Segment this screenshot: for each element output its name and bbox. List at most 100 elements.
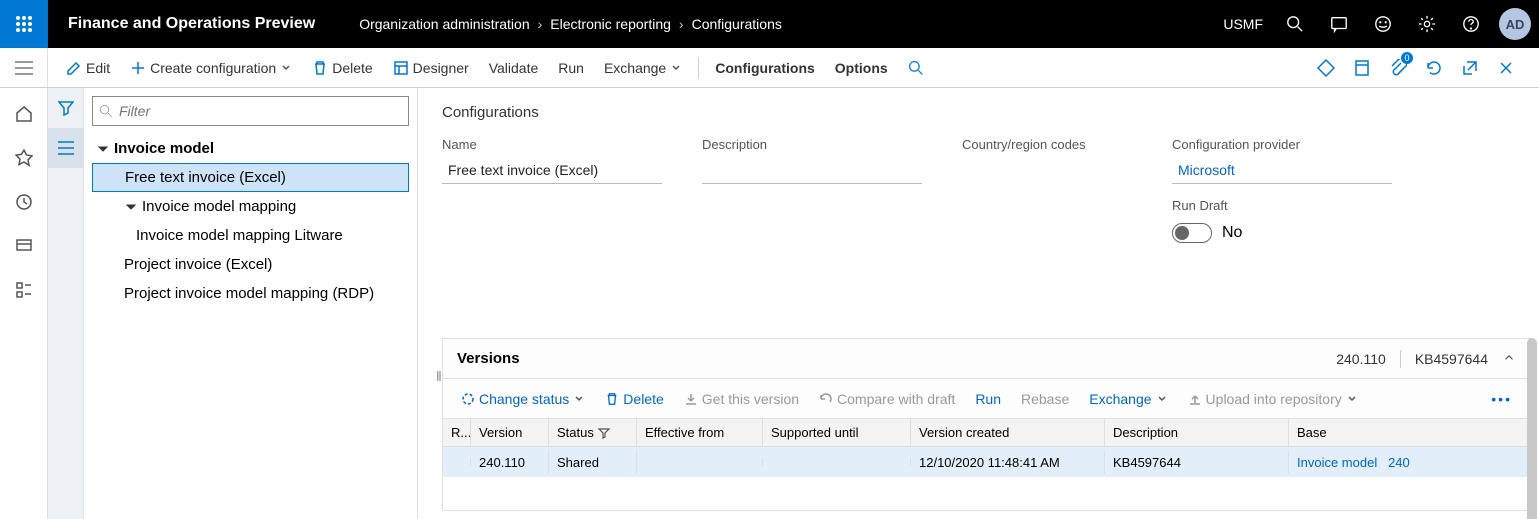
filter-icon[interactable] (48, 88, 83, 128)
cell-effective (637, 458, 763, 466)
cell-status: Shared (549, 451, 637, 474)
designer-button[interactable]: Designer (383, 48, 479, 88)
edit-button[interactable]: Edit (56, 48, 120, 88)
modules-icon[interactable] (4, 272, 44, 308)
tree-root[interactable]: Invoice model (92, 134, 409, 163)
tree-item-project-invoice[interactable]: Project invoice (Excel) (92, 250, 409, 279)
cell-created: 12/10/2020 11:48:41 AM (911, 451, 1105, 474)
tree-item-free-text-invoice[interactable]: Free text invoice (Excel) (92, 163, 409, 192)
avatar[interactable]: AD (1499, 8, 1531, 40)
chevron-right-icon: › (538, 16, 543, 32)
tree-pane: Invoice model Free text invoice (Excel) … (84, 88, 418, 519)
col-supported[interactable]: Supported until (763, 419, 911, 446)
description-label: Description (702, 137, 922, 152)
versions-summary-version: 240.110 (1336, 351, 1386, 367)
search-icon[interactable] (1275, 0, 1315, 48)
more-icon[interactable]: ••• (1483, 391, 1520, 407)
provider-label: Configuration provider (1172, 137, 1392, 152)
validate-button[interactable]: Validate (479, 48, 549, 88)
list-icon[interactable] (48, 128, 83, 168)
find-button[interactable] (898, 48, 934, 88)
versions-title: Versions (457, 350, 520, 367)
tree-filter[interactable] (92, 96, 409, 126)
col-status[interactable]: Status (549, 419, 637, 446)
exchange-button[interactable]: Exchange (594, 48, 692, 88)
country-field (962, 158, 1132, 184)
version-run-button[interactable]: Run (967, 391, 1009, 407)
refresh-icon[interactable] (1417, 48, 1451, 88)
collapse-icon[interactable] (96, 144, 110, 154)
app-launcher-icon[interactable] (0, 0, 48, 48)
breadcrumb: Organization administration › Electronic… (359, 16, 782, 32)
recent-icon[interactable] (4, 184, 44, 220)
collapse-icon[interactable] (124, 202, 138, 212)
company-label[interactable]: USMF (1215, 16, 1271, 32)
detail-pane: Configurations Name Free text invoice (E… (418, 88, 1539, 519)
country-label: Country/region codes (962, 137, 1132, 152)
versions-panel: Versions 240.110 KB4597644 Change status… (442, 338, 1531, 511)
crumb-configurations[interactable]: Configurations (692, 16, 782, 32)
chevron-right-icon: › (679, 16, 684, 32)
open-excel-icon[interactable] (1345, 48, 1379, 88)
rundraft-value: No (1222, 224, 1242, 242)
close-icon[interactable] (1489, 48, 1523, 88)
options-menu[interactable]: Options (825, 48, 898, 88)
top-bar: Finance and Operations Preview Organizat… (0, 0, 1539, 48)
chat-icon[interactable] (1319, 0, 1359, 48)
cell-base: Invoice model 240 (1289, 451, 1530, 474)
version-exchange-button[interactable]: Exchange (1081, 391, 1175, 407)
col-description[interactable]: Description (1105, 419, 1289, 446)
star-icon[interactable] (4, 140, 44, 176)
version-delete-button[interactable]: Delete (597, 391, 671, 407)
nav-toggle-icon[interactable] (0, 48, 48, 87)
separator (698, 57, 699, 79)
col-created[interactable]: Version created (911, 419, 1105, 446)
gear-icon[interactable] (1407, 0, 1447, 48)
run-button[interactable]: Run (548, 48, 594, 88)
chevron-up-icon[interactable] (1502, 350, 1516, 367)
table-row[interactable]: 240.110 Shared 12/10/2020 11:48:41 AM KB… (443, 447, 1530, 477)
crumb-er[interactable]: Electronic reporting (550, 16, 671, 32)
col-effective[interactable]: Effective from (637, 419, 763, 446)
workspace-icon[interactable] (4, 228, 44, 264)
versions-grid: R... Version Status Effective from Suppo… (443, 419, 1530, 510)
configurations-menu[interactable]: Configurations (705, 48, 825, 88)
scrollbar[interactable] (1527, 338, 1537, 519)
upload-repo-button: Upload into repository (1180, 391, 1366, 407)
compare-draft-button: Compare with draft (811, 391, 963, 407)
create-configuration-button[interactable]: Create configuration (120, 48, 302, 88)
name-label: Name (442, 137, 662, 152)
help-icon[interactable] (1451, 0, 1491, 48)
tree-filter-input[interactable] (119, 103, 402, 119)
change-status-button[interactable]: Change status (453, 391, 593, 407)
filter-band (48, 88, 84, 519)
col-base[interactable]: Base (1289, 419, 1530, 446)
cell-r (443, 458, 471, 466)
nav-rail (0, 88, 48, 519)
cell-version: 240.110 (471, 451, 549, 474)
rundraft-label: Run Draft (1172, 198, 1392, 213)
tree-item-invoice-model-mapping[interactable]: Invoice model mapping (92, 192, 409, 221)
app-title: Finance and Operations Preview (48, 15, 335, 33)
versions-summary-kb: KB4597644 (1415, 351, 1488, 367)
attachments-icon[interactable] (1381, 48, 1415, 88)
get-version-button: Get this version (676, 391, 807, 407)
col-r[interactable]: R... (443, 419, 471, 446)
page-title: Configurations (442, 104, 1515, 121)
delete-button[interactable]: Delete (302, 48, 382, 88)
tree-item-project-invoice-rdp[interactable]: Project invoice model mapping (RDP) (92, 279, 409, 308)
crumb-org-admin[interactable]: Organization administration (359, 16, 529, 32)
cell-supported (763, 458, 911, 466)
name-field[interactable]: Free text invoice (Excel) (442, 158, 662, 184)
tree-item-litware[interactable]: Invoice model mapping Litware (92, 221, 409, 250)
description-field[interactable] (702, 158, 922, 184)
cell-description: KB4597644 (1105, 451, 1289, 474)
home-icon[interactable] (4, 96, 44, 132)
diamond-icon[interactable] (1309, 48, 1343, 88)
popout-icon[interactable] (1453, 48, 1487, 88)
provider-field[interactable]: Microsoft (1172, 158, 1392, 184)
rundraft-toggle[interactable] (1172, 223, 1212, 243)
rebase-button: Rebase (1013, 391, 1077, 407)
smile-icon[interactable] (1363, 0, 1403, 48)
col-version[interactable]: Version (471, 419, 549, 446)
